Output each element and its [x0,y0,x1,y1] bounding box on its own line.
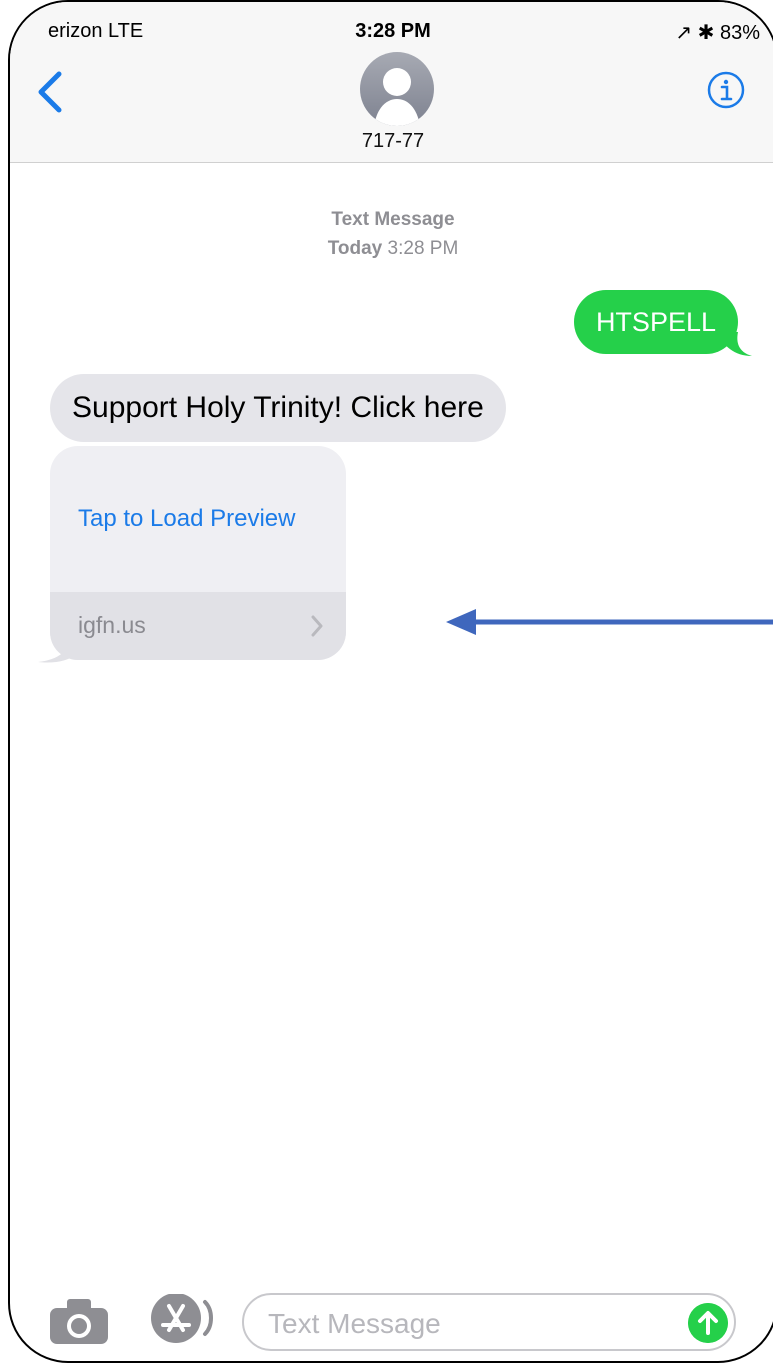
composer-bar: Text Message [10,1292,773,1361]
timestamp-time: 3:28 PM [387,238,459,259]
contact-avatar[interactable] [360,52,434,126]
status-time: 3:28 PM [355,20,431,42]
timestamp-day: Today [327,238,383,259]
preview-domain-row[interactable]: igfn.us [50,592,346,660]
app-store-icon[interactable] [145,1294,215,1346]
message-timestamp: Text Message Today 3:28 PM [10,205,773,263]
back-chevron-icon[interactable] [32,70,68,114]
annotation-arrow [446,609,773,635]
message-input-placeholder: Text Message [268,1308,441,1339]
camera-icon[interactable] [46,1294,112,1346]
contact-name[interactable]: 717-77 [10,130,773,153]
outgoing-bubble-tail [716,332,752,356]
navigation-header: erizon LTE 3:28 PM ↗ ✱ 83% 717-77 [10,2,773,163]
outgoing-message[interactable]: HTSPELL [573,290,738,354]
phone-screen-frame: erizon LTE 3:28 PM ↗ ✱ 83% 717-77 Text M… [8,0,773,1363]
info-icon[interactable] [706,70,746,110]
send-arrow-icon[interactable] [688,1303,728,1343]
message-input[interactable]: Text Message [242,1293,736,1351]
incoming-bubble-tail [38,632,74,663]
battery-status: ↗ ✱ 83% [675,22,760,44]
person-silhouette-icon [374,68,420,126]
chevron-right-icon [311,615,323,637]
preview-content-area[interactable]: Tap to Load Preview [50,446,346,592]
load-preview-link[interactable]: Tap to Load Preview [78,505,295,533]
link-preview-card[interactable]: Tap to Load Preview igfn.us [50,446,346,660]
service-label: Text Message [331,209,455,230]
preview-domain: igfn.us [78,612,146,638]
incoming-message[interactable]: Support Holy Trinity! Click here [50,374,506,442]
